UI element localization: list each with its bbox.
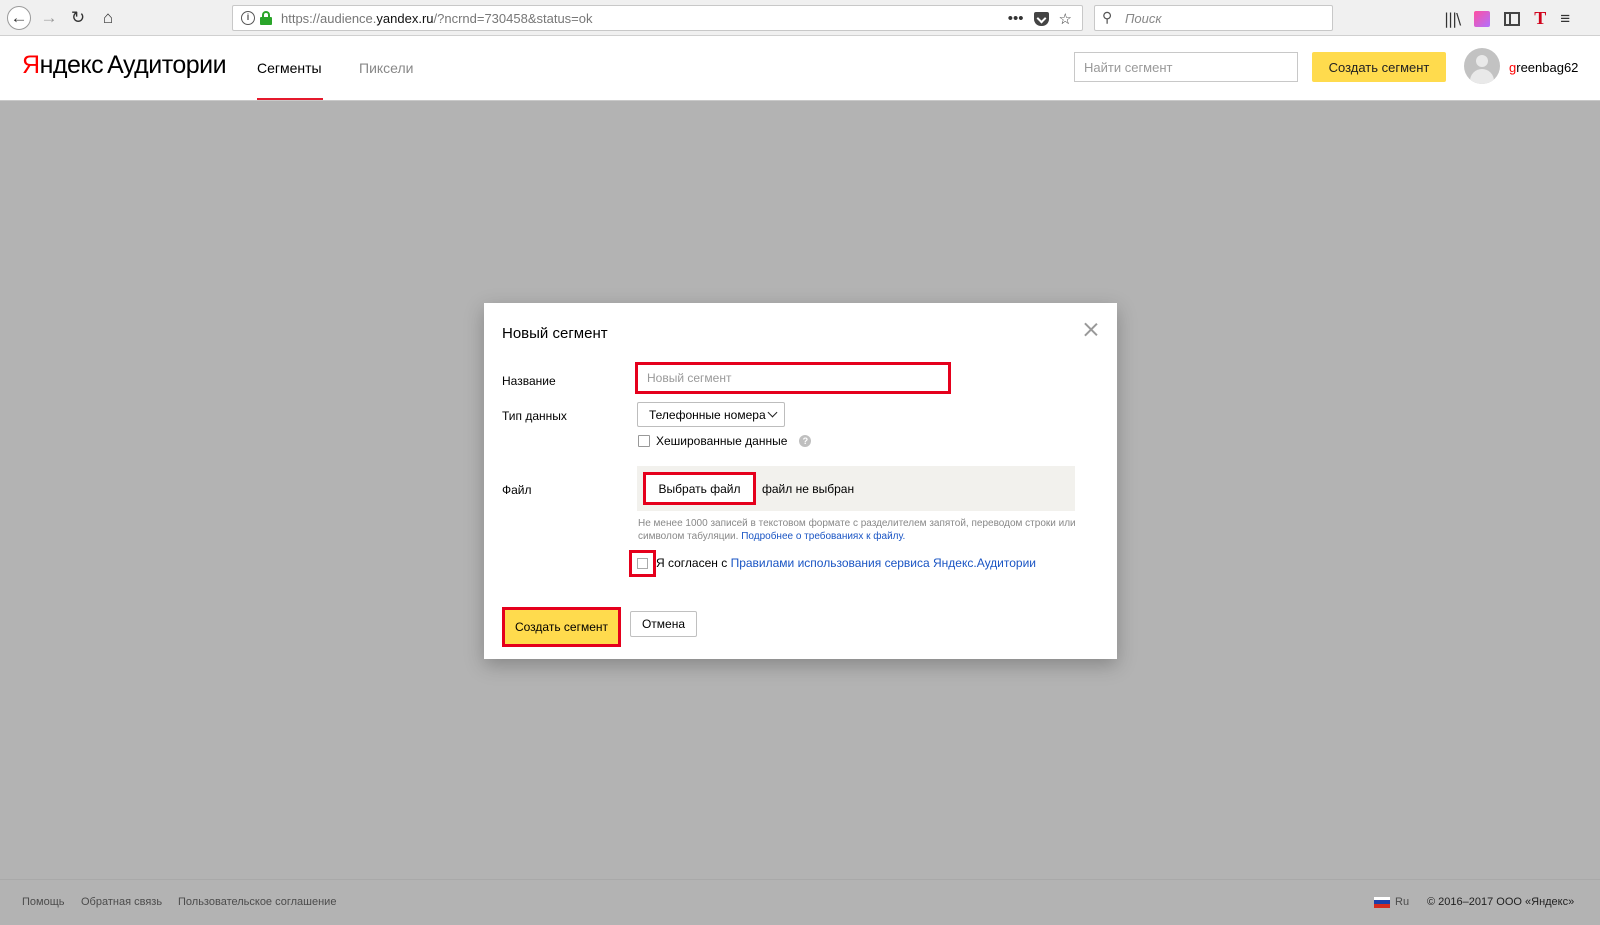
agree-checkbox[interactable] [629,550,656,577]
segment-name-input[interactable] [635,362,951,394]
find-segment-input[interactable] [1074,52,1298,82]
pocket-icon[interactable] [1033,12,1049,26]
bookmark-star-icon[interactable]: ☆ [1059,10,1072,28]
search-icon: ⚲ [1102,9,1113,25]
file-label: Файл [502,483,532,497]
forward-icon[interactable]: → [37,6,61,30]
url-text[interactable]: https://audience.yandex.ru/?ncrnd=730458… [281,11,593,26]
hashed-data-checkbox[interactable] [638,435,650,447]
username[interactable]: greenbag62 [1509,60,1578,75]
file-requirements-link[interactable]: Подробнее о требованиях к файлу. [741,531,905,542]
copyright: © 2016–2017 ООО «Яндекс» [1427,896,1575,908]
logo-yandex: ндекс [39,51,104,79]
close-icon[interactable] [1083,321,1099,337]
create-segment-button[interactable]: Создать сегмент [502,607,621,647]
addon-icon[interactable] [1474,10,1491,27]
data-type-value: Телефонные номера [649,407,766,422]
browser-toolbar: ← → ↻ ⌂ i https://audience.yandex.ru/?nc… [0,0,1600,36]
language-switcher[interactable]: Ru [1374,896,1409,908]
footer-terms-link[interactable]: Пользовательское соглашение [178,896,336,908]
file-upload-area: Выбрать файл файл не выбран [637,466,1075,511]
agree-label: Я согласен с Правилами использования сер… [656,556,1036,570]
choose-file-button[interactable]: Выбрать файл [643,472,756,505]
file-requirements-hint: Не менее 1000 записей в текстовом формат… [638,518,1076,542]
cancel-button[interactable]: Отмена [630,611,697,637]
back-icon[interactable]: ← [7,6,31,30]
name-label: Название [502,374,556,388]
browser-search-placeholder: Поиск [1125,11,1162,26]
language-label: Ru [1395,896,1410,908]
app-header: ЯндексАудитории Сегменты Пиксели Создать… [0,36,1600,101]
dialog-title: Новый сегмент [502,325,608,342]
tab-segments[interactable]: Сегменты [257,60,322,76]
address-bar[interactable]: i https://audience.yandex.ru/?ncrnd=7304… [232,5,1083,31]
active-tab-indicator [257,98,323,100]
data-type-label: Тип данных [502,409,567,423]
avatar[interactable] [1464,48,1500,84]
yandex-audience-logo[interactable]: Яндекс Аудитории [22,51,227,80]
t-addon-icon[interactable]: T [1534,8,1546,29]
new-segment-dialog: Новый сегмент Название Тип данных Телефо… [484,303,1117,659]
footer: Помощь Обратная связь Пользовательское с… [0,879,1600,925]
sidebar-icon[interactable] [1504,11,1521,26]
more-actions-icon[interactable]: ••• [1008,10,1024,28]
logo-product: Аудитории [107,51,227,79]
tab-pixels[interactable]: Пиксели [359,60,413,76]
create-segment-button-header[interactable]: Создать сегмент [1312,52,1446,82]
no-file-text: файл не выбран [762,482,855,496]
lock-icon [260,11,272,25]
info-icon[interactable]: i [241,11,255,25]
footer-feedback-link[interactable]: Обратная связь [81,896,162,908]
hashed-data-row: Хешированные данные ? [638,434,812,448]
russia-flag-icon [1374,896,1390,908]
chevron-down-icon [767,407,778,418]
data-type-select[interactable]: Телефонные номера [637,402,785,427]
browser-search-box[interactable]: ⚲ Поиск [1094,5,1333,31]
reload-icon[interactable]: ↻ [66,6,90,30]
terms-of-use-link[interactable]: Правилами использования сервиса Яндекс.А… [731,556,1036,570]
menu-icon[interactable]: ≡ [1560,9,1570,29]
home-icon[interactable]: ⌂ [96,6,120,30]
help-icon[interactable]: ? [799,435,812,447]
hashed-data-label[interactable]: Хешированные данные [656,434,787,448]
logo-letter: Я [22,51,40,79]
footer-help-link[interactable]: Помощь [22,896,65,908]
library-icon[interactable]: |||\ [1444,10,1461,28]
